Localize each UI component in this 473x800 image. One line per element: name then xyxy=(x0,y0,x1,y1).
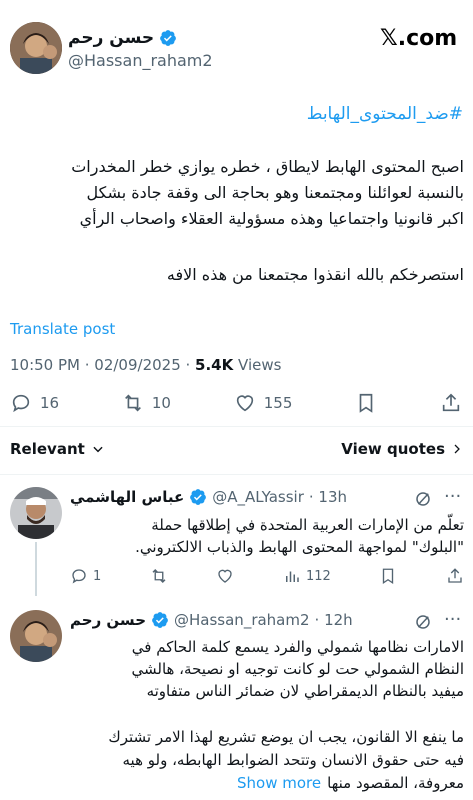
reply2-line: معروفة، المقصود منها xyxy=(327,774,464,792)
repost-icon xyxy=(124,394,141,412)
reply2-line: ميفيد بالنظام الديمقراطي لان ضمائر الناس… xyxy=(146,682,464,700)
divider xyxy=(0,426,473,427)
bookmark-button[interactable] xyxy=(355,392,377,414)
reply2-body-2: ما ينفع الا القانون، يجب ان يوضع تشريع ل… xyxy=(70,726,464,795)
grok-icon[interactable] xyxy=(414,613,432,631)
post-line: اصبح المحتوى الهابط لايطاق ، خطره يوازي … xyxy=(71,157,464,176)
views-icon xyxy=(286,571,299,582)
sort-relevant[interactable]: Relevant xyxy=(10,440,105,458)
bookmark-icon xyxy=(383,568,394,585)
post-time[interactable]: 10:50 PM · 02/09/2025 · xyxy=(10,356,195,374)
reply1-handle[interactable]: @A_ALYassir xyxy=(212,488,304,506)
reply2-body: الامارات نظامها شمولي والفرد يسمع كلمة ا… xyxy=(70,636,464,702)
verified-badge-icon xyxy=(190,489,207,505)
share-button[interactable] xyxy=(440,392,462,414)
reply2-line: ما ينفع الا القانون، يجب ان يوضع تشريع ل… xyxy=(108,728,464,746)
reply1-bookmark-button[interactable] xyxy=(379,567,397,585)
post-meta: 10:50 PM · 02/09/2025 · 5.4K Views xyxy=(10,356,281,374)
repost-button[interactable]: 10 xyxy=(122,392,171,414)
more-icon[interactable]: ··· xyxy=(444,609,461,630)
reply1-name[interactable]: عباس الهاشمي xyxy=(70,488,184,506)
reply1-reply-button[interactable]: 1 xyxy=(70,567,101,585)
verified-badge-icon xyxy=(152,612,168,628)
reply2-name[interactable]: حسن رحم xyxy=(70,611,146,629)
reply2-handle[interactable]: @Hassan_raham2 xyxy=(174,611,310,629)
more-icon[interactable]: ··· xyxy=(444,486,461,507)
like-count: 155 xyxy=(263,394,293,412)
repost-icon xyxy=(152,569,166,583)
reply1-reply-count: 1 xyxy=(93,568,102,584)
reply1-views-count: 112 xyxy=(306,568,331,584)
sort-relevant-label: Relevant xyxy=(10,440,85,458)
reply2-avatar[interactable] xyxy=(10,610,62,662)
reply2-line: فيه حتى حقوق الانسان وتتحد الضوابط الهاب… xyxy=(122,751,465,769)
views-label: Views xyxy=(233,356,282,374)
post-actions: 16 10 155 xyxy=(10,390,462,416)
reply1-line: "البلوك" لمواجهة المحتوى الهابط والذباب … xyxy=(135,538,464,556)
view-quotes-link[interactable]: View quotes xyxy=(341,440,463,458)
post-body: اصبح المحتوى الهابط لايطاق ، خطره يوازي … xyxy=(8,154,464,232)
views-count: 5.4K xyxy=(195,356,234,374)
show-more-link[interactable]: Show more xyxy=(237,772,321,795)
reply-count: 16 xyxy=(40,394,60,412)
thread-line xyxy=(35,542,37,596)
reply1-line: تعلّم من الإمارات العربية المتحدة في إطل… xyxy=(151,516,464,534)
divider xyxy=(0,474,473,475)
translate-link[interactable]: Translate post xyxy=(10,320,115,338)
share-icon xyxy=(442,393,460,412)
share-icon xyxy=(448,568,462,583)
author-handle[interactable]: @Hassan_raham2 xyxy=(68,51,213,70)
heart-icon xyxy=(236,395,253,412)
reply2-last-line: Show more معروفة، المقصود منها xyxy=(70,772,464,795)
reply1-avatar[interactable] xyxy=(10,487,62,539)
like-button[interactable]: 155 xyxy=(234,392,293,414)
reply-button[interactable]: 16 xyxy=(10,392,59,414)
verified-badge-icon xyxy=(160,30,177,46)
reply1-views-button[interactable]: 112 xyxy=(283,567,331,585)
reply1-time[interactable]: · 13h xyxy=(309,488,347,506)
bookmark-icon xyxy=(359,393,373,413)
reply2-line: الامارات نظامها شمولي والفرد يسمع كلمة ا… xyxy=(131,638,464,656)
reply2-line: النظام الشمولي حت لو كانت توجيه او نصيحة… xyxy=(131,660,464,678)
post-line: بالنسبة لعوائلنا ومجتمعنا وهو بحاجة الى … xyxy=(86,183,465,202)
grok-icon[interactable] xyxy=(414,490,432,508)
chevron-right-icon xyxy=(454,444,460,454)
reply1-body: تعلّم من الإمارات العربية المتحدة في إطل… xyxy=(70,514,464,558)
heart-icon xyxy=(218,569,233,583)
reply2-time[interactable]: · 12h xyxy=(315,611,353,629)
reply1-actions: 1 112 xyxy=(70,566,464,586)
post-line: اكبر قانونيا واجتماعيا وهذه مسؤولية العق… xyxy=(79,209,464,228)
repost-count: 10 xyxy=(151,394,171,412)
author-avatar[interactable] xyxy=(10,22,62,74)
post-closing-line: استصرخكم بالله انقذوا مجتمعنا من هذه الا… xyxy=(166,265,464,284)
reply1-like-button[interactable] xyxy=(216,567,234,585)
author-name[interactable]: حسن رحم xyxy=(68,28,154,48)
hashtag-link[interactable]: #ضد_المحتوى_الهابط xyxy=(307,104,463,124)
reply1-share-button[interactable] xyxy=(446,567,464,585)
reply-icon xyxy=(12,394,30,413)
reply1-repost-button[interactable] xyxy=(150,567,168,585)
chevron-down-icon xyxy=(93,446,103,453)
x-logo: 𝕏.com xyxy=(380,26,458,51)
reply-icon xyxy=(72,569,86,584)
view-quotes-label: View quotes xyxy=(341,440,445,458)
